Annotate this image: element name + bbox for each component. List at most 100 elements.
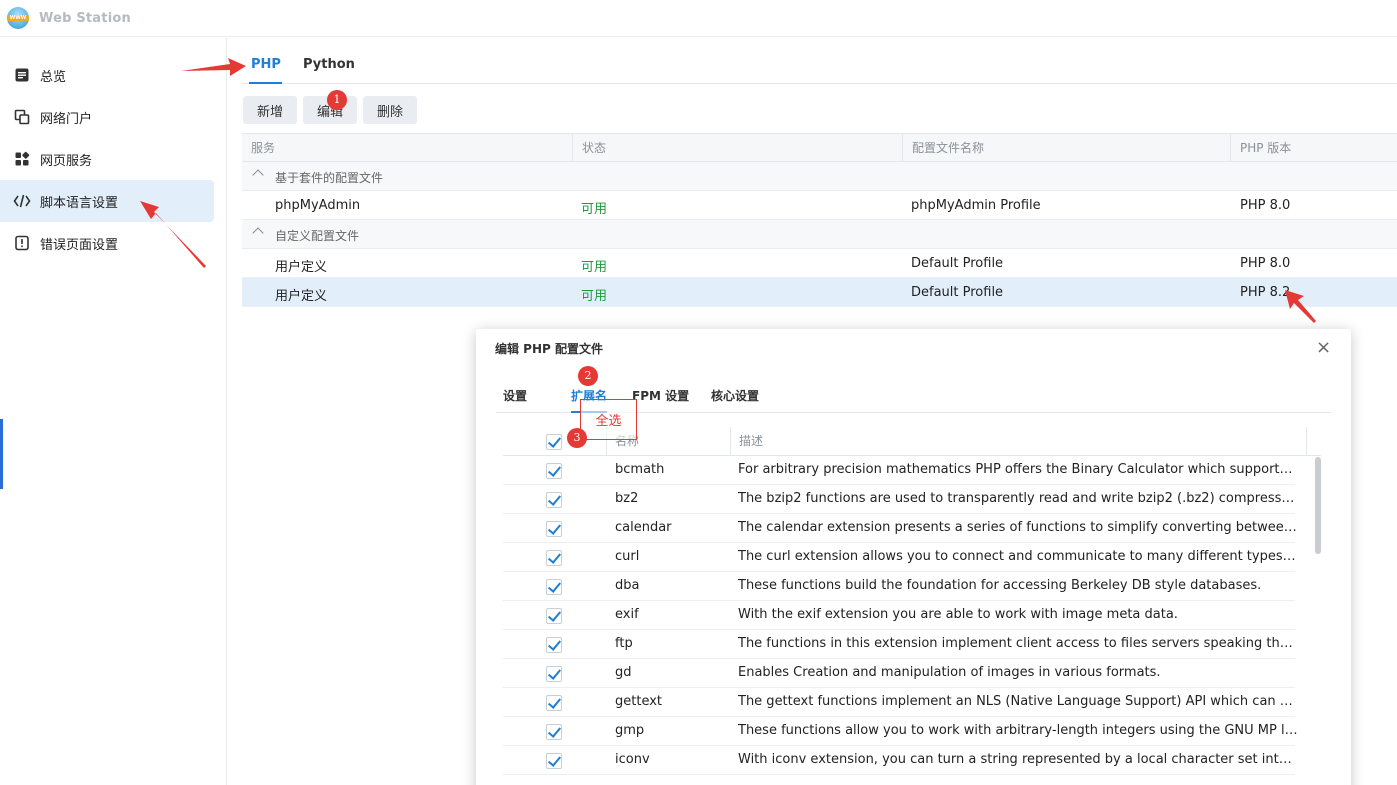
annotation-badge-3: 3 xyxy=(567,428,587,448)
tab-core-settings[interactable]: 核心设置 xyxy=(711,387,759,404)
table-row-selected[interactable]: 用户定义 可用 Default Profile PHP 8.2 xyxy=(242,278,1397,307)
window-edge-indicator xyxy=(0,419,3,489)
extension-checkbox[interactable] xyxy=(546,579,562,595)
sidebar-item-overview[interactable]: 总览 xyxy=(0,54,214,96)
table-group-package[interactable]: 基于套件的配置文件 xyxy=(242,162,1397,191)
extension-row[interactable]: dba These functions build the foundation … xyxy=(503,572,1295,601)
sidebar-item-label: 网页服务 xyxy=(40,153,93,169)
sidebar-item-web-service[interactable]: 网页服务 xyxy=(0,138,214,180)
select-all-checkbox[interactable] xyxy=(546,434,562,450)
select-all-callout: 全选 xyxy=(580,399,637,440)
extension-description: With iconv extension, you can turn a str… xyxy=(738,752,1298,767)
extension-row[interactable]: curl The curl extension allows you to con… xyxy=(503,543,1298,572)
extension-name: bcmath xyxy=(615,462,665,477)
dialog-title: 编辑 PHP 配置文件 xyxy=(495,342,603,356)
extension-checkbox[interactable] xyxy=(546,666,562,682)
extension-checkbox[interactable] xyxy=(546,521,562,537)
sidebar-item-script-language[interactable]: 脚本语言设置 xyxy=(0,180,214,222)
web-station-logo-icon xyxy=(7,7,29,29)
extension-name: dba xyxy=(615,578,640,593)
extension-row[interactable]: gd Enables Creation and manipulation of i… xyxy=(503,659,1295,688)
column-header-profile[interactable]: 配置文件名称 xyxy=(902,134,1230,162)
cell-service: 用户定义 xyxy=(275,289,328,304)
code-icon xyxy=(13,192,31,210)
table-row[interactable]: 用户定义 可用 Default Profile PHP 8.0 xyxy=(242,249,1397,278)
extension-name: exif xyxy=(615,607,639,622)
column-header-status[interactable]: 状态 xyxy=(572,134,902,162)
cell-version: PHP 8.0 xyxy=(1240,256,1291,271)
extension-checkbox[interactable] xyxy=(546,724,562,740)
extension-description: The functions in this extension implemen… xyxy=(738,636,1298,651)
extension-row[interactable]: bz2 The bzip2 functions are used to trans… xyxy=(503,485,1298,514)
cell-status: 可用 xyxy=(581,202,608,217)
extension-row[interactable]: iconv With iconv extension, you can turn … xyxy=(503,746,1298,775)
main-tab-bar: PHP Python xyxy=(242,38,1397,84)
app-title: Web Station xyxy=(39,10,131,26)
extension-row[interactable]: exif With the exif extension you are able… xyxy=(503,601,1295,630)
extension-checkbox[interactable] xyxy=(546,695,562,711)
annotation-badge-2: 2 xyxy=(578,366,598,386)
extension-name: gd xyxy=(615,665,632,680)
table-row[interactable]: phpMyAdmin 可用 phpMyAdmin Profile PHP 8.0 xyxy=(242,191,1397,220)
active-tab-indicator xyxy=(249,82,282,84)
extension-name: bz2 xyxy=(615,491,639,506)
cell-status: 可用 xyxy=(581,289,608,304)
add-button[interactable]: 新增 xyxy=(243,96,297,124)
extension-description: The curl extension allows you to connect… xyxy=(738,549,1298,564)
extension-description: These functions allow you to work with a… xyxy=(738,723,1298,738)
extension-name: iconv xyxy=(615,752,650,767)
cell-service: 用户定义 xyxy=(275,260,328,275)
column-header-description[interactable]: 描述 xyxy=(730,427,1307,455)
extension-description: The calendar extension presents a series… xyxy=(738,520,1298,535)
group-label: 基于套件的配置文件 xyxy=(275,171,384,185)
extension-row[interactable]: ftp The functions in this extension imple… xyxy=(503,630,1298,659)
edit-php-profile-dialog: 编辑 PHP 配置文件 × 设置 扩展名 FPM 设置 核心设置 名称 描述 b… xyxy=(476,329,1351,785)
portal-icon xyxy=(13,108,31,126)
annotation-badge-1: 1 xyxy=(327,90,347,110)
error-page-icon xyxy=(13,234,31,252)
extension-row[interactable]: gettext The gettext functions implement a… xyxy=(503,688,1298,717)
column-header-service[interactable]: 服务 xyxy=(242,134,572,162)
extension-checkbox[interactable] xyxy=(546,637,562,653)
extension-checkbox[interactable] xyxy=(546,753,562,769)
extension-description: The bzip2 functions are used to transpar… xyxy=(738,491,1298,506)
cell-service: phpMyAdmin xyxy=(275,198,361,213)
extension-name: curl xyxy=(615,549,640,564)
sidebar-item-label: 错误页面设置 xyxy=(40,237,119,253)
sidebar: 总览 网络门户 网页服务 脚本语言设置 错误页面设置 xyxy=(0,38,227,785)
extension-description: For arbitrary precision mathematics PHP … xyxy=(738,462,1298,477)
sidebar-item-label: 网络门户 xyxy=(40,111,93,127)
web-service-icon xyxy=(13,150,31,168)
chevron-up-icon xyxy=(252,227,264,239)
overview-icon xyxy=(13,66,31,84)
cell-version: PHP 8.0 xyxy=(1240,198,1291,213)
extension-name: gettext xyxy=(615,694,663,709)
extension-name: gmp xyxy=(615,723,645,738)
scrollbar[interactable] xyxy=(1315,457,1321,554)
chevron-up-icon xyxy=(252,169,264,181)
sidebar-item-label: 总览 xyxy=(40,69,67,85)
extension-description: The gettext functions implement an NLS (… xyxy=(738,694,1298,709)
extension-checkbox[interactable] xyxy=(546,608,562,624)
extension-description: With the exif extension you are able to … xyxy=(738,607,1178,622)
extension-checkbox[interactable] xyxy=(546,550,562,566)
sidebar-item-portal[interactable]: 网络门户 xyxy=(0,96,214,138)
tab-fpm-settings[interactable]: FPM 设置 xyxy=(632,387,689,404)
tab-python[interactable]: Python xyxy=(303,57,355,72)
extension-name: calendar xyxy=(615,520,672,535)
title-bar: Web Station xyxy=(0,0,1397,37)
extension-checkbox[interactable] xyxy=(546,463,562,479)
extension-row[interactable]: calendar The calendar extension presents … xyxy=(503,514,1298,543)
extension-row[interactable]: gmp These functions allow you to work wit… xyxy=(503,717,1298,746)
extension-checkbox[interactable] xyxy=(546,492,562,508)
column-header-php-version[interactable]: PHP 版本 xyxy=(1230,134,1397,162)
close-icon[interactable]: × xyxy=(1316,339,1331,357)
delete-button[interactable]: 删除 xyxy=(363,96,417,124)
extension-row[interactable]: bcmath For arbitrary precision mathematic… xyxy=(503,456,1298,485)
table-group-custom[interactable]: 自定义配置文件 xyxy=(242,220,1397,249)
tab-settings[interactable]: 设置 xyxy=(503,387,527,404)
sidebar-item-error-page[interactable]: 错误页面设置 xyxy=(0,222,214,264)
tab-php[interactable]: PHP xyxy=(251,57,281,72)
sidebar-item-label: 脚本语言设置 xyxy=(40,195,119,211)
cell-status: 可用 xyxy=(581,260,608,275)
